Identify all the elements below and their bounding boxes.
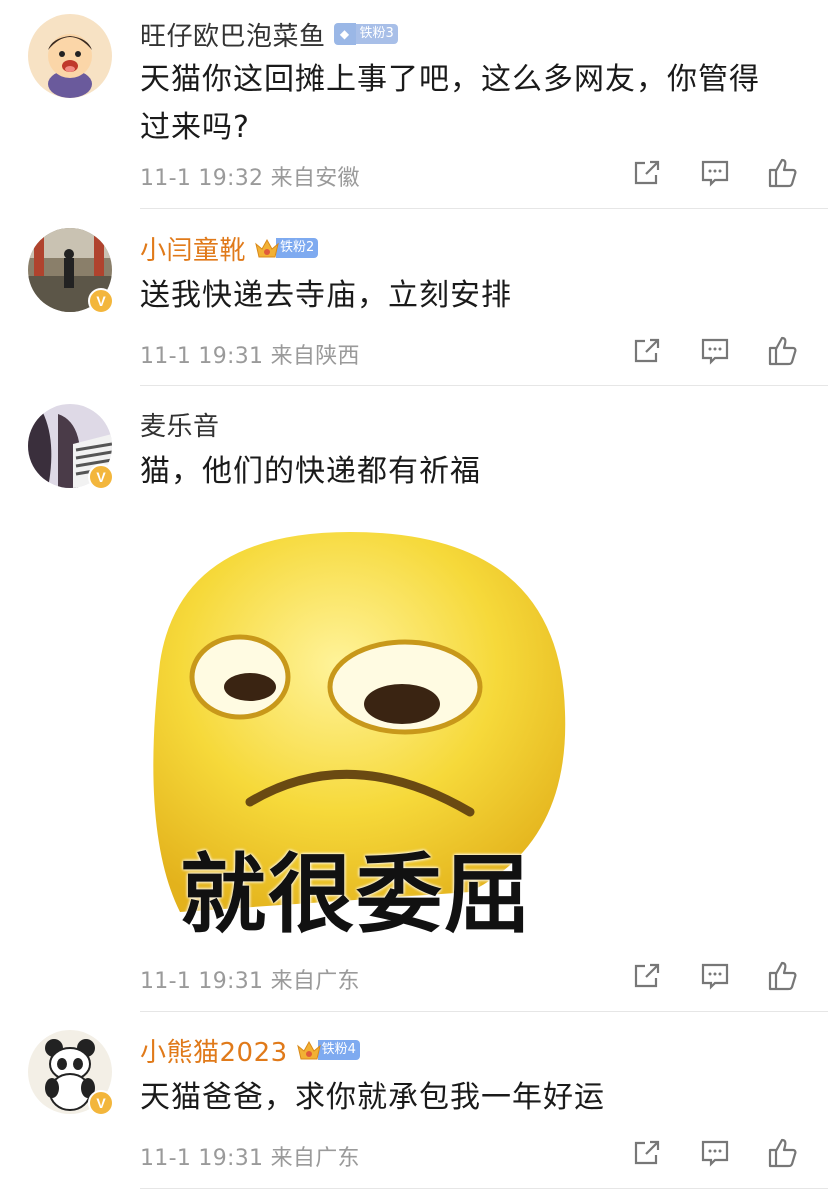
like-button[interactable] [766,156,800,190]
comment-meta: 11-1 19:32 来自安徽 [140,160,360,192]
avatar[interactable]: V [28,404,114,490]
diamond-icon: ◆ [333,23,356,45]
like-icon [768,336,797,366]
fan-level-badge: ◆ 铁粉3 [333,23,398,45]
crown-icon [254,235,280,261]
comment-location: 来自广东 [270,969,360,994]
avatar[interactable]: V [28,228,114,314]
avatar[interactable] [28,14,112,98]
comment-time: 11-1 19:31 [140,344,264,369]
share-button[interactable] [630,1136,664,1170]
meme-sticker-image[interactable]: 就很委屈 [140,512,570,945]
like-icon [768,961,797,991]
share-button[interactable] [630,959,664,993]
comment-icon [701,338,729,365]
comment-button[interactable] [698,334,732,368]
meme-caption: 就很委屈 [180,845,532,945]
verified-badge: V [88,288,114,314]
share-button[interactable] [630,334,664,368]
comment-time: 11-1 19:31 [140,969,264,994]
divider [140,208,828,209]
username-row: 麦乐音 [140,406,220,442]
like-icon [768,1138,797,1168]
comment-meta: 11-1 19:31 来自广东 [140,963,360,995]
comment-text: 天猫爸爸，求你就承包我一年好运 [140,1080,605,1115]
action-bar [630,156,800,190]
divider [140,1188,828,1189]
comment-meta: 11-1 19:31 来自广东 [140,1140,360,1172]
comment-time: 11-1 19:31 [140,1146,264,1171]
comment-icon [701,160,729,187]
divider [140,385,828,386]
divider [140,1011,828,1012]
verified-badge: V [88,464,114,490]
username-row: 旺仔欧巴泡菜鱼 ◆ 铁粉3 [140,16,398,52]
like-button[interactable] [766,959,800,993]
share-button[interactable] [630,156,664,190]
comment-location: 来自陕西 [270,344,360,369]
username-row: 小闫童靴 铁粉2 [140,230,319,267]
username[interactable]: 小闫童靴 [140,230,246,267]
crown-icon [296,1037,322,1063]
fan-level-label: 铁粉3 [355,24,398,44]
fan-level-label: 铁粉2 [276,238,319,258]
username-row: 小熊猫2023 铁粉4 [140,1032,360,1068]
fan-level-badge: 铁粉4 [296,1039,360,1061]
avatar[interactable]: V [28,1030,114,1116]
comment-text: 天猫你这回摊上事了吧，这么多网友，你管得过来吗? [140,62,760,145]
like-button[interactable] [766,334,800,368]
like-button[interactable] [766,1136,800,1170]
comment-time: 11-1 19:32 [140,166,264,191]
fan-level-badge: 铁粉2 [254,235,319,261]
comment-location: 来自广东 [270,1146,360,1171]
comment-text: 送我快递去寺庙，立刻安排 [140,278,512,313]
like-icon [768,158,797,188]
action-bar [630,334,800,368]
action-bar [630,959,800,993]
cartoon-boy-avatar-icon [28,14,112,98]
comment-icon [701,963,729,990]
share-icon [634,963,660,988]
username[interactable]: 旺仔欧巴泡菜鱼 [140,16,326,53]
comment-meta: 11-1 19:31 来自陕西 [140,338,360,370]
comment-button[interactable] [698,1136,732,1170]
username[interactable]: 小熊猫2023 [140,1032,288,1069]
share-icon [634,338,660,363]
share-icon [634,1140,660,1165]
action-bar [630,1136,800,1170]
share-icon [634,160,660,185]
comment-text: 猫，他们的快递都有祈福 [140,454,481,489]
comment-location: 来自安徽 [270,166,360,191]
comment-button[interactable] [698,959,732,993]
username[interactable]: 麦乐音 [140,406,220,443]
comment-icon [701,1140,729,1167]
verified-badge: V [88,1090,114,1116]
comment-button[interactable] [698,156,732,190]
fan-level-label: 铁粉4 [317,1040,360,1060]
